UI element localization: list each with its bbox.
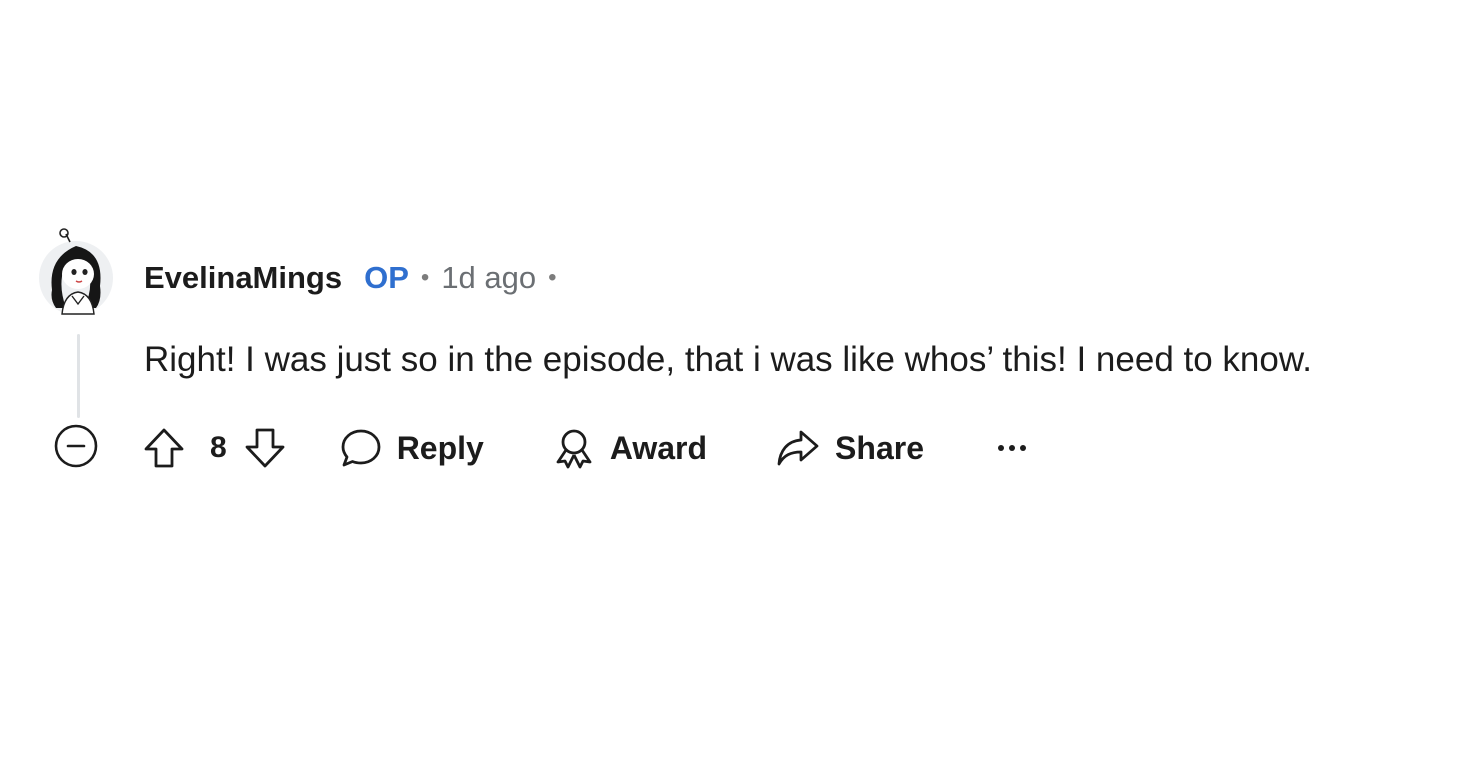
comment: EvelinaMings OP • 1d ago • Right! I was … (0, 0, 1460, 776)
more-options-button[interactable] (996, 442, 1028, 454)
reply-button[interactable]: Reply (339, 426, 484, 470)
arrow-down-icon (245, 428, 285, 468)
thread-line[interactable] (77, 334, 80, 418)
upvote-button[interactable] (140, 424, 188, 472)
vote-group: 8 (140, 424, 289, 472)
avatar-icon[interactable] (38, 228, 116, 316)
collapse-minus-icon (54, 424, 98, 468)
share-arrow-icon (777, 430, 819, 466)
comment-body: Right! I was just so in the episode, tha… (144, 340, 1312, 379)
share-button[interactable]: Share (775, 426, 924, 470)
downvote-button[interactable] (241, 424, 289, 472)
meta-separator: • (420, 264, 430, 291)
reply-label: Reply (396, 429, 484, 466)
comment-action-bar: 8 Reply Award Share (140, 420, 1028, 476)
timestamp[interactable]: 1d ago (441, 260, 536, 296)
comment-meta: EvelinaMings OP • 1d ago • (144, 256, 569, 300)
collapse-thread-button[interactable] (53, 423, 99, 469)
meta-separator: • (548, 264, 557, 291)
arrow-up-icon (144, 428, 184, 468)
ellipsis-icon (997, 445, 1026, 451)
speech-bubble-icon (341, 429, 381, 467)
award-label: Award (609, 429, 708, 466)
share-label: Share (835, 429, 924, 466)
vote-score: 8 (210, 431, 227, 464)
op-badge: OP (364, 260, 409, 295)
award-ribbon-icon (556, 429, 592, 469)
username-link[interactable]: EvelinaMings (144, 260, 342, 296)
award-button[interactable]: Award (552, 426, 707, 470)
